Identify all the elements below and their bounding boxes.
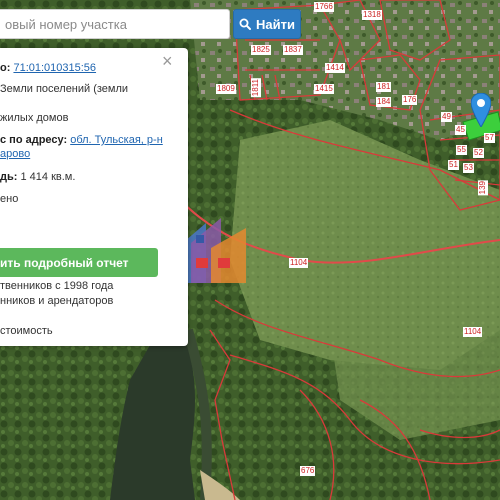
address-link[interactable]: обл. Тульская, р-н [70, 134, 163, 146]
plot-label[interactable]: 181 [376, 82, 392, 92]
cadastral-number-link[interactable]: 71:01:010315:56 [13, 62, 96, 74]
search-button[interactable]: Найти [233, 9, 301, 39]
report-feature-value: стоимость [0, 325, 53, 337]
search-icon [239, 18, 252, 30]
plot-label[interactable]: 45 [455, 125, 466, 135]
area-row: дь: 1 414 кв.м. [0, 170, 75, 184]
plot-label[interactable]: 184 [376, 97, 392, 107]
report-feature-tenants: нников и арендаторов [0, 295, 114, 307]
cadastral-label: о: [0, 62, 11, 74]
search-button-label: Найти [256, 16, 295, 32]
cadastral-row: о: 71:01:010315:56 [0, 61, 96, 75]
address-row: с по адресу: обл. Тульская, р-н [0, 133, 163, 147]
order-report-label: ить подробный отчет [0, 255, 129, 270]
plot-label[interactable]: 1104 [289, 258, 309, 268]
order-report-button[interactable]: ить подробный отчет [0, 248, 158, 277]
map-pin-icon[interactable] [471, 93, 491, 127]
plot-label[interactable]: 1766 [314, 2, 334, 12]
plot-label[interactable]: 676 [300, 466, 316, 476]
address-row-2: арово [0, 147, 30, 161]
plot-label[interactable]: 1837 [283, 45, 303, 55]
search-input[interactable] [0, 10, 229, 38]
plot-label[interactable]: 1415 [314, 84, 334, 94]
plot-label[interactable]: 55 [456, 145, 467, 155]
plot-label[interactable]: 52 [473, 148, 484, 158]
plot-label[interactable]: 139 [478, 180, 488, 196]
plot-label[interactable]: 1318 [362, 10, 382, 20]
search-box[interactable] [0, 9, 230, 39]
plot-label[interactable]: 1104 [463, 327, 483, 337]
category-text: Земли поселений (земли [0, 83, 129, 95]
area-value: 1 414 кв.м. [20, 171, 76, 183]
address-link-2[interactable]: арово [0, 148, 30, 160]
plot-label[interactable]: 1414 [325, 63, 345, 73]
report-feature-owners: твенников с 1998 года [0, 280, 114, 292]
plot-label[interactable]: 1825 [251, 45, 271, 55]
plot-label[interactable]: 49 [441, 112, 452, 122]
close-icon[interactable]: × [162, 52, 173, 70]
plot-label[interactable]: 1811 [251, 78, 261, 98]
plot-label[interactable]: 53 [463, 163, 474, 173]
plot-label[interactable]: 57 [484, 133, 495, 143]
area-label: дь: [0, 171, 18, 183]
usage-text: жилых домов [0, 112, 69, 124]
plot-label[interactable]: 51 [448, 160, 459, 170]
plot-label[interactable]: 176 [402, 95, 418, 105]
status-text: ено [0, 193, 19, 205]
plot-label[interactable]: 1809 [216, 84, 236, 94]
parcel-info-panel: × о: 71:01:010315:56 Земли поселений (зе… [0, 48, 188, 346]
address-label: с по адресу: [0, 134, 68, 146]
